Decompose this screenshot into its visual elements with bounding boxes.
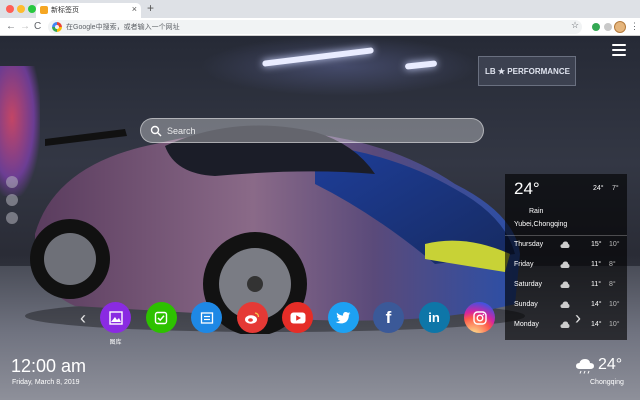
linkedin-icon: in bbox=[428, 310, 440, 325]
search-box[interactable]: Search bbox=[140, 118, 484, 143]
active-tab[interactable]: 新标签页 × bbox=[36, 3, 141, 18]
clock-date: Friday, March 8, 2019 bbox=[12, 379, 80, 386]
tab-title: 新标签页 bbox=[51, 7, 79, 14]
minimize-window-button[interactable] bbox=[17, 5, 25, 13]
tab-close-icon[interactable]: × bbox=[132, 4, 137, 15]
new-tab-button[interactable]: + bbox=[147, 2, 154, 15]
forecast-row: Thursday 15° 10° bbox=[505, 237, 627, 257]
search-placeholder: Search bbox=[167, 126, 196, 136]
forecast-row: Sunday 14° 10° bbox=[505, 297, 627, 317]
weibo-icon bbox=[237, 302, 268, 333]
today-low: 7° bbox=[612, 185, 619, 192]
gallery-icon bbox=[100, 302, 131, 333]
forecast-day: Monday bbox=[514, 321, 539, 328]
shortcut-youtube[interactable] bbox=[282, 302, 313, 333]
forecast-high: 14° bbox=[591, 321, 602, 328]
forecast-low: 8° bbox=[609, 261, 616, 268]
bottom-temperature: 24° bbox=[598, 356, 623, 373]
cloud-icon bbox=[560, 241, 570, 248]
address-bar[interactable]: 在Google中搜索，或者输入一个网址 bbox=[48, 20, 582, 34]
close-window-button[interactable] bbox=[6, 5, 14, 13]
shortcut-label: 图库 bbox=[109, 340, 122, 346]
shortcut-instagram[interactable] bbox=[464, 302, 495, 333]
shortcut-twitter[interactable] bbox=[327, 302, 359, 333]
forecast-row: Friday 11° 8° bbox=[505, 257, 627, 277]
weather-condition: Rain bbox=[529, 208, 544, 215]
wechat-icon bbox=[146, 302, 177, 333]
forecast-low: 10° bbox=[609, 301, 620, 308]
youtube-icon bbox=[282, 302, 313, 333]
browser-toolbar: ← → C 在Google中搜索，或者输入一个网址 ☆ ⋮ bbox=[0, 18, 640, 36]
cloud-icon bbox=[560, 321, 570, 328]
shortcuts-prev-button[interactable]: ‹ bbox=[80, 308, 86, 328]
search-icon bbox=[150, 125, 162, 137]
forecast-low: 10° bbox=[609, 241, 620, 248]
forward-button[interactable]: → bbox=[20, 20, 30, 33]
profile-avatar[interactable] bbox=[614, 21, 626, 33]
bottom-location: Chongqing bbox=[590, 379, 624, 386]
shortcut-linkedin[interactable]: in bbox=[418, 302, 450, 333]
forecast-high: 14° bbox=[591, 301, 602, 308]
menu-icon[interactable] bbox=[612, 44, 626, 56]
garage-sign-text: LB ★ PERFORMANCE bbox=[485, 67, 570, 76]
browser-menu-icon[interactable]: ⋮ bbox=[630, 20, 639, 33]
forecast-low: 10° bbox=[609, 321, 620, 328]
forecast-low: 8° bbox=[609, 281, 616, 288]
wallpaper: LB ★ PERFORMANCE Search 24° 24° 7° Rain … bbox=[0, 36, 640, 400]
cloud-icon bbox=[560, 301, 570, 308]
forecast-high: 11° bbox=[591, 261, 602, 268]
back-button[interactable]: ← bbox=[6, 20, 16, 33]
current-temperature: 24° bbox=[514, 179, 540, 198]
instagram-icon bbox=[464, 302, 495, 333]
reload-button[interactable]: C bbox=[34, 20, 41, 33]
shortcut-wechat[interactable] bbox=[145, 302, 177, 333]
twitter-icon bbox=[328, 302, 359, 333]
notes-icon bbox=[191, 302, 222, 333]
forecast-day: Friday bbox=[514, 261, 534, 268]
cloud-icon bbox=[560, 261, 570, 268]
cloud-rain-icon bbox=[576, 359, 594, 374]
cloud-icon bbox=[560, 281, 570, 288]
extension-grey-icon[interactable] bbox=[604, 23, 612, 31]
forecast-day: Saturday bbox=[514, 281, 543, 288]
forecast-row: Saturday 11° 8° bbox=[505, 277, 627, 297]
shortcut-facebook[interactable]: f bbox=[373, 302, 404, 333]
google-icon bbox=[52, 22, 62, 32]
forecast-high: 11° bbox=[591, 281, 602, 288]
garage-sign: LB ★ PERFORMANCE bbox=[478, 56, 576, 86]
tab-strip: 新标签页 × + bbox=[0, 0, 640, 18]
weather-panel[interactable]: 24° 24° 7° Rain Yubei,Chongqing Thursday… bbox=[505, 174, 627, 340]
shortcut-gallery[interactable]: 图库 bbox=[100, 302, 131, 346]
today-high: 24° bbox=[593, 185, 604, 192]
tab-favicon-icon bbox=[40, 6, 48, 14]
forecast-day: Sunday bbox=[514, 301, 538, 308]
maximize-window-button[interactable] bbox=[28, 5, 36, 13]
shortcut-notes[interactable] bbox=[191, 302, 222, 333]
extension-green-icon[interactable] bbox=[592, 23, 600, 31]
shortcuts-next-button[interactable]: › bbox=[575, 308, 581, 328]
forecast-row: Monday 14° 10° bbox=[505, 317, 627, 337]
facebook-icon: f bbox=[385, 307, 392, 327]
forecast-day: Thursday bbox=[514, 241, 544, 248]
clock-time: 12:00 am bbox=[11, 356, 87, 376]
weather-location: Yubei,Chongqing bbox=[514, 221, 568, 228]
forecast-high: 15° bbox=[591, 241, 602, 248]
bookmark-star-icon[interactable]: ☆ bbox=[571, 20, 579, 31]
shortcut-weibo[interactable] bbox=[236, 302, 268, 333]
address-bar-placeholder: 在Google中搜索，或者输入一个网址 bbox=[66, 24, 180, 31]
divider bbox=[505, 235, 627, 236]
